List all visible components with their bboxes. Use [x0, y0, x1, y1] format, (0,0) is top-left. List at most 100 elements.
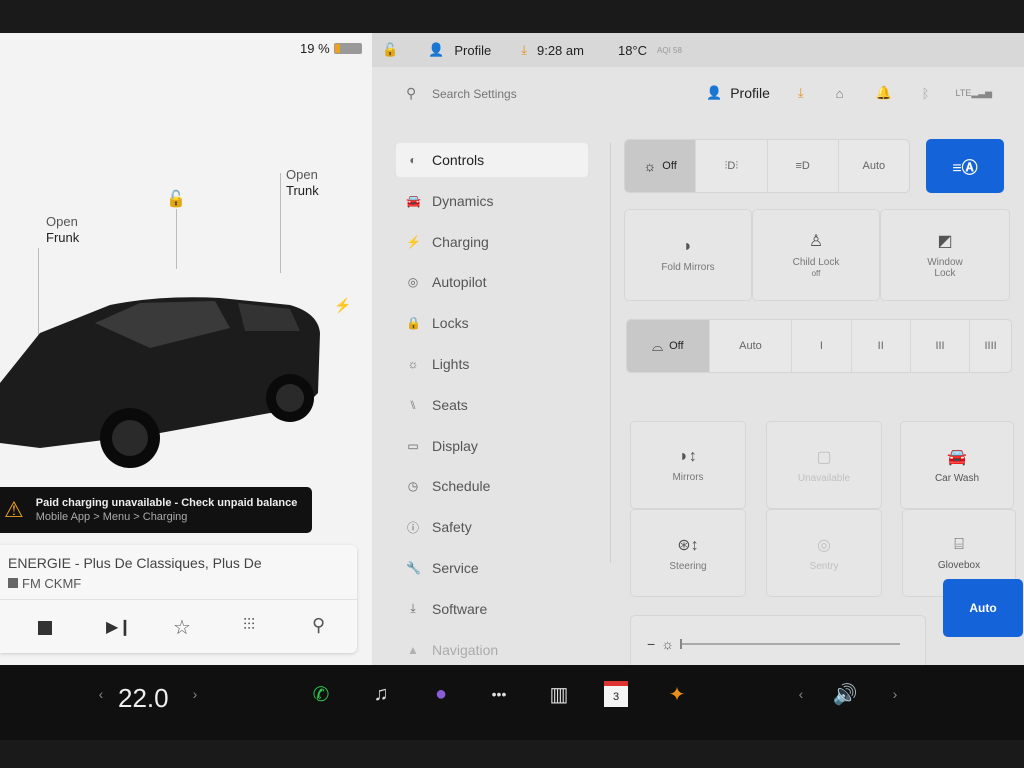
lights-auto-button[interactable]: Auto	[839, 140, 909, 192]
menu-item-seats[interactable]: ⑊ Seats	[396, 388, 588, 422]
wipers-auto-button[interactable]: Auto	[710, 320, 793, 372]
menu-item-locks[interactable]: 🔒 Locks	[396, 306, 588, 340]
manual-icon[interactable]: ▥	[544, 679, 574, 709]
volume-icon[interactable]: 🔊	[830, 679, 860, 709]
toybox-icon[interactable]: ✦	[662, 679, 692, 709]
mirrors-adjust-button[interactable]: ◗↕ Mirrors	[630, 421, 746, 509]
search-settings-input[interactable]	[432, 83, 632, 105]
camera-icon: ▢	[816, 448, 832, 466]
lock-icon: 🔒	[406, 316, 421, 331]
wipers-off-button[interactable]: ⌓ Off	[627, 320, 710, 372]
equalizer-button[interactable]: ⫶⫶⫶	[243, 617, 255, 635]
seat-icon: ⑊	[409, 397, 417, 412]
open-frunk-button[interactable]: Open Frunk	[46, 214, 79, 246]
menu-item-software[interactable]: ⤓ Software	[396, 592, 588, 626]
homelink-icon[interactable]: ⌂	[836, 86, 844, 101]
volume-down-button[interactable]: ‹	[786, 679, 816, 709]
unavailable-button: ▢ Unavailable	[766, 421, 882, 509]
next-track-button[interactable]: ▶❙	[106, 617, 132, 637]
display-icon: ▭	[407, 438, 419, 453]
brightness-auto-button[interactable]: Auto	[943, 579, 1023, 637]
car-panel: 19 % Open Frunk Open Trunk 🔓 ⚡ ⚠ Paid char…	[0, 33, 372, 665]
steering-adjust-button[interactable]: ⊛↕ Steering	[630, 509, 746, 597]
open-trunk-button[interactable]: Open Trunk	[286, 167, 319, 199]
download-icon[interactable]: ⤓	[521, 42, 527, 58]
search-icon: ⚲	[406, 85, 417, 101]
touchscreen: 19 % Open Frunk Open Trunk 🔓 ⚡ ⚠ Paid char…	[0, 33, 1024, 665]
more-apps-icon[interactable]: •••	[484, 679, 514, 709]
auto-high-beam-button[interactable]: ≡Ⓐ	[926, 139, 1004, 193]
bolt-icon: ⚡	[406, 234, 421, 249]
profile-link[interactable]: Profile	[454, 43, 491, 58]
profile-icon: 👤	[428, 42, 445, 57]
media-search-button[interactable]: ⚲	[312, 615, 325, 636]
car-wash-button[interactable]: 🚘 Car Wash	[900, 421, 1014, 509]
aqi: AQI 58	[657, 45, 682, 55]
temp-up-button[interactable]: ›	[180, 679, 210, 709]
bluetooth-icon[interactable]: ᛒ	[922, 86, 930, 101]
menu-item-dynamics[interactable]: 🚘 Dynamics	[396, 184, 588, 218]
music-icon[interactable]: ♫	[366, 679, 396, 709]
cabin-temperature[interactable]: 22.0	[118, 683, 169, 714]
profile-button[interactable]: Profile	[730, 85, 770, 101]
volume-up-button[interactable]: ›	[880, 679, 910, 709]
menu-item-charging[interactable]: ⚡ Charging	[396, 225, 588, 259]
wiper-icon: ⌓	[652, 337, 664, 354]
low-beam-icon: ≡D	[795, 160, 810, 172]
menu-item-navigation[interactable]: ▲ Navigation	[396, 633, 588, 665]
divider	[610, 143, 611, 563]
menu-item-label: Locks	[432, 315, 469, 332]
temp-down-button[interactable]: ‹	[86, 679, 116, 709]
car-icon: 🚘	[947, 448, 967, 466]
charging-alert[interactable]: ⚠ Paid charging unavailable - Check unpa…	[0, 487, 312, 533]
warning-icon: ⚠	[4, 497, 24, 522]
camera-app-icon[interactable]: ●	[426, 679, 456, 709]
media-source: FM CKMF	[8, 576, 81, 591]
header-icons: 👤 Profile ⤓ ⌂ 🔔 ᛒ LTE▂▃▅	[706, 85, 992, 101]
menu-item-display[interactable]: ▭ Display	[396, 429, 588, 463]
wipers-speed-2[interactable]: II	[852, 320, 911, 372]
stop-button[interactable]	[38, 621, 52, 635]
clock: 9:28 am	[536, 42, 584, 58]
unlock-icon[interactable]: 🔓	[166, 189, 186, 209]
menu-item-lights[interactable]: ☼ Lights	[396, 347, 588, 381]
lights-off-button[interactable]: ☼ Off	[625, 140, 697, 192]
battery-percent: 19 %	[300, 41, 330, 56]
charge-port-icon[interactable]: ⚡	[334, 297, 351, 314]
parking-lights-button[interactable]: ⫶D⫶	[696, 140, 768, 192]
bell-icon[interactable]: 🔔	[875, 85, 891, 101]
menu-item-label: Charging	[432, 233, 489, 250]
menu-item-schedule[interactable]: ◷ Schedule	[396, 469, 588, 503]
battery-status: 19 %	[300, 41, 362, 56]
top-status-bar: 🔓 👤 Profile ⤓ 9:28 am 18°C AQI 58	[372, 33, 1024, 67]
menu-item-safety[interactable]: ⓘ Safety	[396, 510, 588, 544]
window-lock-button[interactable]: ◩ Window Lock	[880, 209, 1010, 301]
car-image	[0, 297, 320, 468]
sentry-button: ◎ Sentry	[766, 509, 882, 597]
battery-icon	[333, 43, 362, 54]
lock-icon[interactable]: 🔓	[382, 42, 398, 58]
wipers-speed-3[interactable]: III	[911, 320, 971, 372]
settings-panel: 🔓 👤 Profile ⤓ 9:28 am 18°C AQI 58 ⚲ 👤 Profi…	[372, 33, 1024, 665]
download-icon[interactable]: ⤓	[798, 85, 804, 101]
menu-item-label: Software	[432, 600, 488, 617]
menu-item-label: Safety	[432, 519, 472, 536]
menu-item-service[interactable]: 🔧 Service	[396, 551, 588, 585]
low-beam-button[interactable]: ≡D	[768, 140, 839, 192]
media-player: ENERGIE - Plus De Classiques, Plus De FM…	[0, 545, 357, 653]
favorite-button[interactable]: ☆	[173, 615, 191, 640]
menu-item-label: Dynamics	[432, 192, 494, 209]
fold-mirrors-button[interactable]: ◗ Fold Mirrors	[624, 209, 752, 301]
steering-wheel-icon: ⊛↕	[677, 536, 699, 554]
phone-icon[interactable]: ✆	[306, 679, 336, 709]
wipers-speed-1[interactable]: I	[792, 320, 852, 372]
menu-item-autopilot[interactable]: ◎ Autopilot	[396, 265, 588, 299]
child-lock-button[interactable]: ♙ Child Lock off	[752, 209, 880, 301]
menu-item-label: Controls	[432, 152, 485, 168]
menu-item-controls[interactable]: ◐ Controls	[396, 143, 588, 177]
brightness-icon: ☼	[661, 636, 675, 652]
wipers-speed-4[interactable]: IIII	[970, 320, 1011, 372]
calendar-icon[interactable]: 3	[604, 681, 628, 707]
lte-signal-icon: LTE▂▃▅	[955, 87, 993, 98]
brightness-slider[interactable]	[680, 639, 901, 649]
